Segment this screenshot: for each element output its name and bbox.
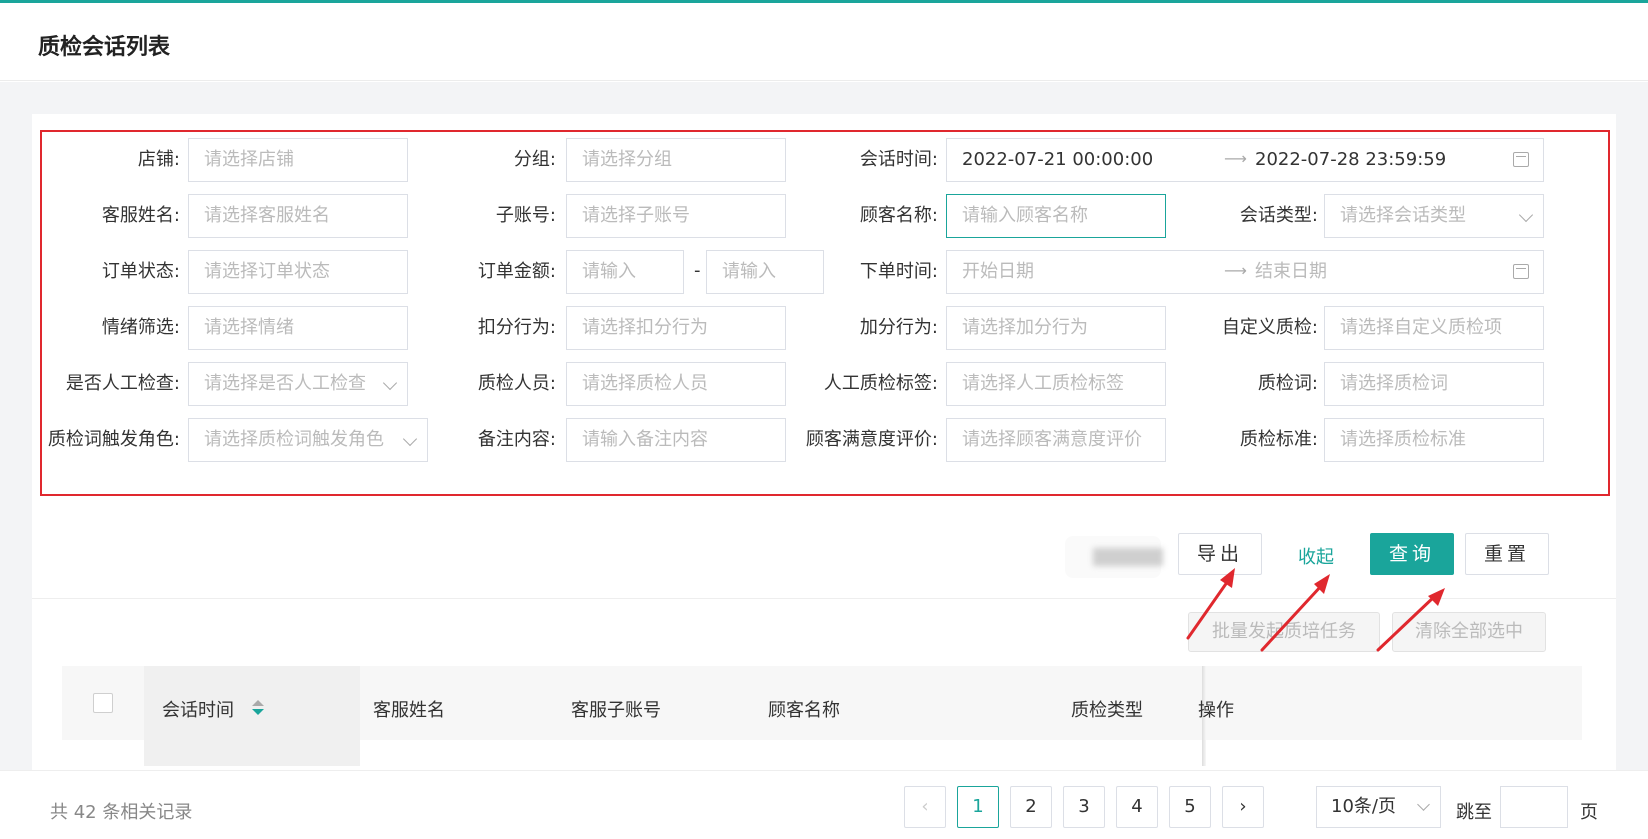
label-qc-staff: 质检人员: <box>477 373 556 394</box>
prev-page-button[interactable]: ‹ <box>904 786 946 828</box>
satisfaction-select[interactable]: 请选择顾客满意度评价 <box>946 418 1166 462</box>
custom-qc-select[interactable]: 请选择自定义质检项 <box>1324 306 1544 350</box>
deduct-select[interactable]: 请选择扣分行为 <box>566 306 786 350</box>
page-1[interactable]: 1 <box>957 786 999 828</box>
label-manual-tag: 人工质检标签: <box>823 373 938 394</box>
column-agent-sub-account: 客服子账号 <box>571 700 661 721</box>
page-4[interactable]: 4 <box>1116 786 1158 828</box>
label-qc-standard: 质检标准: <box>1239 429 1318 450</box>
label-manual-check: 是否人工检查: <box>65 373 180 394</box>
label-session-time: 会话时间: <box>859 149 938 170</box>
qc-standard-select[interactable]: 请选择质检标准 <box>1324 418 1544 462</box>
column-customer-name: 顾客名称 <box>768 700 840 721</box>
page-3[interactable]: 3 <box>1063 786 1105 828</box>
chevron-down-icon <box>402 431 418 447</box>
label-group: 分组: <box>513 149 556 170</box>
label-order-amount: 订单金额: <box>477 261 556 282</box>
clear-selection-button[interactable]: 清除全部选中 <box>1392 612 1546 652</box>
page-2[interactable]: 2 <box>1010 786 1052 828</box>
emotion-select[interactable]: 请选择情绪 <box>188 306 408 350</box>
order-time-start: 开始日期 <box>962 261 1034 282</box>
page-header: 质检会话列表 <box>0 3 1648 81</box>
label-agent-name: 客服姓名: <box>101 205 180 226</box>
total-records: 共 42 条相关记录 <box>50 802 193 823</box>
trigger-role-select[interactable]: 请选择质检词触发角色 <box>188 418 428 462</box>
chevron-down-icon <box>382 375 398 391</box>
calendar-icon <box>1513 264 1529 279</box>
session-type-select[interactable]: 请选择会话类型 <box>1324 194 1544 238</box>
query-button[interactable]: 查询 <box>1370 533 1454 575</box>
label-deduct: 扣分行为: <box>477 317 556 338</box>
section-divider <box>32 598 1616 599</box>
select-all-checkbox[interactable] <box>93 693 113 713</box>
qc-staff-select[interactable]: 请选择质检人员 <box>566 362 786 406</box>
jump-label: 跳至 <box>1456 802 1492 823</box>
chevron-down-icon <box>1417 798 1430 811</box>
jump-page-input[interactable] <box>1500 786 1568 828</box>
order-amount-min-input[interactable]: 请输入 <box>566 250 684 294</box>
bonus-select[interactable]: 请选择加分行为 <box>946 306 1166 350</box>
order-time-end: 结束日期 <box>1255 261 1327 282</box>
label-custom-qc: 自定义质检: <box>1221 317 1318 338</box>
next-page-button[interactable]: › <box>1222 786 1264 828</box>
column-session-time[interactable]: 会话时间 <box>162 696 234 722</box>
session-time-start: 2022-07-21 00:00:00 <box>962 149 1154 170</box>
page-size-value: 10条/页 <box>1331 796 1396 817</box>
label-shop: 店铺: <box>137 149 180 170</box>
agent-name-select[interactable]: 请选择客服姓名 <box>188 194 408 238</box>
manual-check-placeholder: 请选择是否人工检查 <box>204 373 366 394</box>
sub-account-select[interactable]: 请选择子账号 <box>566 194 786 238</box>
trigger-role-placeholder: 请选择质检词触发角色 <box>204 429 384 450</box>
chevron-down-icon <box>1518 207 1534 223</box>
label-customer-name: 顾客名称: <box>859 205 938 226</box>
order-status-select[interactable]: 请选择订单状态 <box>188 250 408 294</box>
label-trigger-role: 质检词触发角色: <box>47 429 180 450</box>
remark-input[interactable]: 请输入备注内容 <box>566 418 786 462</box>
label-emotion: 情绪筛选: <box>101 317 180 338</box>
reset-button[interactable]: 重置 <box>1465 533 1549 575</box>
label-satisfaction: 顾客满意度评价: <box>805 429 938 450</box>
label-session-type: 会话类型: <box>1239 205 1318 226</box>
column-agent-name: 客服姓名 <box>373 700 445 721</box>
label-order-status: 订单状态: <box>101 261 180 282</box>
collapse-link[interactable]: 收起 <box>1298 543 1334 569</box>
column-qc-type: 质检类型 <box>1071 700 1143 721</box>
label-sub-account: 子账号: <box>495 205 556 226</box>
range-arrow-icon: ⟶ <box>1224 149 1247 168</box>
label-bonus: 加分行为: <box>859 317 938 338</box>
group-select[interactable]: 请选择分组 <box>566 138 786 182</box>
column-actions: 操作 <box>1198 700 1234 721</box>
page-5[interactable]: 5 <box>1169 786 1211 828</box>
label-order-time: 下单时间: <box>859 261 938 282</box>
customer-name-input[interactable]: 请输入顾客名称 <box>946 194 1166 238</box>
calendar-icon <box>1513 152 1529 167</box>
manual-check-select[interactable]: 请选择是否人工检查 <box>188 362 408 406</box>
session-type-placeholder: 请选择会话类型 <box>1340 205 1466 226</box>
amount-separator: - <box>694 260 701 281</box>
range-arrow-icon: ⟶ <box>1224 261 1247 280</box>
order-amount-max-input[interactable]: 请输入 <box>706 250 824 294</box>
label-remark: 备注内容: <box>477 429 556 450</box>
shop-select[interactable]: 请选择店铺 <box>188 138 408 182</box>
qc-word-select[interactable]: 请选择质检词 <box>1324 362 1544 406</box>
page-title: 质检会话列表 <box>38 35 171 60</box>
blurred-element <box>1065 536 1163 578</box>
session-time-end: 2022-07-28 23:59:59 <box>1255 149 1447 170</box>
batch-training-button[interactable]: 批量发起质培任务 <box>1188 612 1380 652</box>
label-qc-word: 质检词: <box>1257 373 1318 394</box>
page-unit-label: 页 <box>1580 802 1598 823</box>
export-button[interactable]: 导出 <box>1178 533 1262 575</box>
manual-tag-select[interactable]: 请选择人工质检标签 <box>946 362 1166 406</box>
page-size-select[interactable]: 10条/页 <box>1316 786 1441 828</box>
